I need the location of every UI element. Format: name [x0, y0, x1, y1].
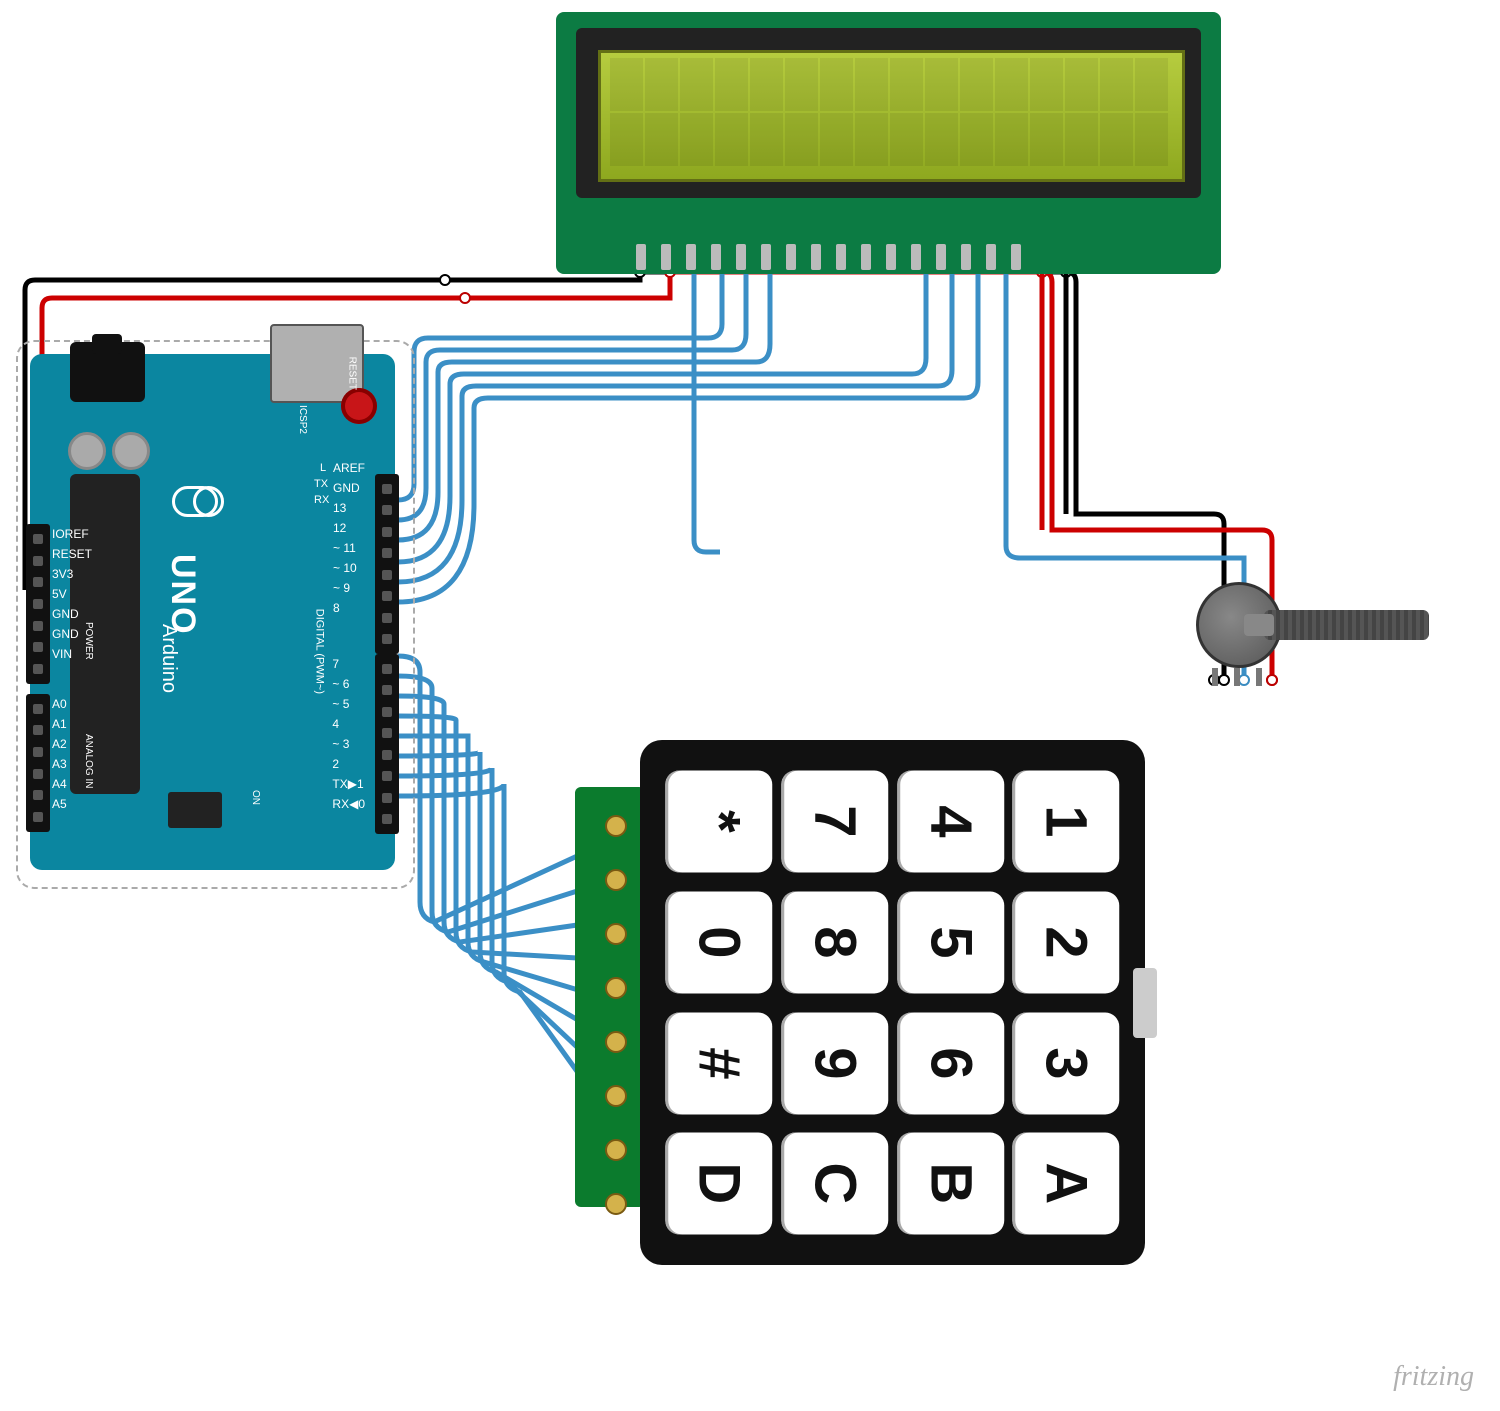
digital-header-top [375, 474, 399, 654]
fritzing-watermark: fritzing [1393, 1361, 1474, 1393]
keypad-4x4: * 7 4 1 0 8 5 2 # 9 6 3 D C B A [640, 740, 1145, 1265]
fritzing-circuit-diagram: Arduino UNO ICSP AREFGND1312~ 11~ 10~ 98… [0, 0, 1500, 1411]
led-tx-label: TX [314, 478, 328, 490]
power-header [26, 524, 50, 684]
keypad-pcb [575, 787, 645, 1207]
key-d[interactable]: D [666, 1133, 773, 1235]
key-c[interactable]: C [781, 1133, 888, 1235]
reset-silk-label: RESET [346, 357, 357, 390]
icsp-label: ICSP [198, 1128, 224, 1140]
analog-group-label: ANALOG IN [83, 734, 94, 788]
key-4[interactable]: 4 [897, 771, 1004, 873]
key-8[interactable]: 8 [781, 891, 888, 993]
barrel-jack-icon [70, 342, 145, 402]
pot-shaft-icon[interactable] [1264, 610, 1429, 640]
on-led-label: ON [250, 790, 261, 805]
digital-pin-labels-bottom: 7~ 6~ 54~ 32TX▶1RX◀0 [332, 654, 365, 814]
key-b[interactable]: B [897, 1133, 1004, 1235]
key-0[interactable]: 0 [666, 891, 773, 993]
power-group-label: POWER [83, 622, 94, 660]
keypad-notch-icon [1133, 968, 1157, 1038]
key-3[interactable]: 3 [1013, 1012, 1120, 1114]
analog-pin-labels: A0A1A2A3A4A5 [52, 694, 67, 814]
digital-pin-labels-top: AREFGND1312~ 11~ 10~ 98 [333, 458, 365, 618]
digital-header-bottom [375, 654, 399, 834]
key-hash[interactable]: # [666, 1012, 773, 1114]
led-l-label: L [320, 462, 326, 474]
analog-header [26, 694, 50, 832]
potentiometer[interactable] [1196, 582, 1282, 668]
icsp2-label: ICSP2 [297, 405, 308, 434]
key-6[interactable]: 6 [897, 1012, 1004, 1114]
icsp-header [168, 792, 222, 828]
key-9[interactable]: 9 [781, 1012, 888, 1114]
arduino-model-label: UNO [163, 554, 202, 636]
key-1[interactable]: 1 [1013, 771, 1120, 873]
key-5[interactable]: 5 [897, 891, 1004, 993]
reset-button[interactable] [341, 388, 377, 424]
arduino-logo-icon [172, 486, 218, 517]
lcd-char-grid [610, 58, 1168, 166]
led-rx-label: RX [314, 494, 329, 506]
key-a[interactable]: A [1013, 1133, 1120, 1235]
key-7[interactable]: 7 [781, 771, 888, 873]
key-star[interactable]: * [666, 771, 773, 873]
lcd-pin-header [636, 244, 1021, 270]
key-2[interactable]: 2 [1013, 891, 1120, 993]
digital-group-label: DIGITAL (PWM~) [313, 609, 325, 694]
